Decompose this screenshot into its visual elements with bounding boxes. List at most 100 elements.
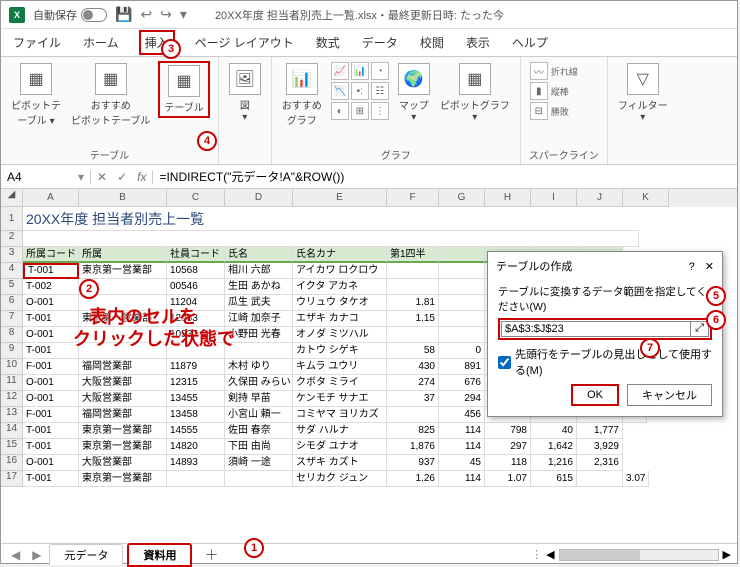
tab-file[interactable]: ファイル [11,30,63,55]
row-header[interactable]: 13 [1,407,23,423]
row-header[interactable]: 16 [1,455,23,471]
tab-review[interactable]: 校閲 [418,30,446,55]
hdr-G[interactable] [439,247,485,263]
pivot-chart-button[interactable]: ▦ピボットグラフ ▾ [438,61,512,125]
cell[interactable] [577,471,623,487]
h-scroll-thumb[interactable] [560,550,640,560]
spark-col-icon[interactable]: ▮ [530,82,548,100]
cell[interactable]: アイカワ ロクロウ [293,263,387,279]
cell[interactable]: 12315 [167,375,225,391]
autosave-toggle[interactable]: 自動保存 [33,7,107,23]
chart-btn-5[interactable]: •: [351,82,369,100]
cell[interactable]: スザキ カズト [293,455,387,471]
cell[interactable] [387,279,439,295]
cell[interactable]: 1,777 [577,423,623,439]
chart-btn-2[interactable]: 📊 [351,62,369,80]
cell[interactable]: 10537 [167,327,225,343]
cell[interactable]: 14820 [167,439,225,455]
cell[interactable]: 615 [531,471,577,487]
cell[interactable] [439,327,485,343]
formula-bar[interactable]: =INDIRECT("元データ!A"&ROW()) [153,168,737,185]
enter-fx-icon[interactable]: ✓ [117,170,127,184]
cell[interactable]: 1.15 [387,311,439,327]
cell[interactable] [225,343,293,359]
cell[interactable]: 798 [485,423,531,439]
cell[interactable]: 456 [439,407,485,423]
tab-help[interactable]: ヘルプ [510,30,550,55]
row-header[interactable]: 17 [1,471,23,487]
cell[interactable]: 45 [439,455,485,471]
cell[interactable]: 14893 [167,455,225,471]
chart-btn-8[interactable]: ⊞ [351,102,369,120]
cell[interactable]: T-001 [23,471,79,487]
scroll-left-icon[interactable]: ◀ [546,548,554,561]
suggest-chart-button[interactable]: 📊おすすめ グラフ [280,61,324,129]
tab-data[interactable]: データ [360,30,400,55]
cell[interactable]: 1,876 [387,439,439,455]
image-button[interactable]: 🖼図 ▾ [227,61,263,125]
cell[interactable]: エザキ カナコ [293,311,387,327]
cell[interactable]: オノダ ミツハル [293,327,387,343]
scroll-right-icon[interactable]: ▶ [723,548,731,561]
cell[interactable]: 297 [485,439,531,455]
blank-row[interactable] [23,231,639,247]
h-scrollbar[interactable] [559,549,719,561]
cancel-fx-icon[interactable]: ✕ [97,170,107,184]
undo-icon[interactable]: ↩ [140,6,152,23]
cell[interactable]: 小野田 光春 [225,327,293,343]
qat-more-icon[interactable]: ▾ [180,6,187,23]
dialog-help-icon[interactable]: ? [689,261,695,273]
cell[interactable]: キムラ ユウリ [293,359,387,375]
cell[interactable]: 937 [387,455,439,471]
col-C[interactable]: C [167,189,225,207]
tab-view[interactable]: 表示 [464,30,492,55]
cell[interactable]: 瓜生 武夫 [225,295,293,311]
cell[interactable]: カトウ シゲキ [293,343,387,359]
cell[interactable]: 430 [387,359,439,375]
col-B[interactable]: B [79,189,167,207]
cell[interactable]: 1.81 [387,295,439,311]
title-cell[interactable]: 20XX年度 担当者別売上一覧 [23,207,639,231]
cell[interactable]: 福岡営業部 [79,359,167,375]
row-header[interactable]: 14 [1,423,23,439]
cell[interactable]: 相川 六郎 [225,263,293,279]
rowhdr-1[interactable]: 1 [1,207,23,231]
table-button[interactable]: ▦テーブル [158,61,209,118]
cell[interactable]: 294 [439,391,485,407]
pivot-table-button[interactable]: ▦ピボットテ ーブル ▾ [9,61,63,129]
cell[interactable]: 久保田 みらい [225,375,293,391]
row-header[interactable]: 5 [1,279,23,295]
cancel-button[interactable]: キャンセル [627,384,712,406]
hdr-D[interactable]: 氏名 [225,247,293,263]
col-F[interactable]: F [387,189,439,207]
row-header[interactable]: 15 [1,439,23,455]
cell[interactable]: 東京第一営業部 [79,423,167,439]
spark-line-icon[interactable]: 〰 [530,62,548,80]
hdr-B[interactable]: 所属 [79,247,167,263]
cell[interactable] [439,263,485,279]
cell[interactable]: 13455 [167,391,225,407]
row-header[interactable]: 7 [1,311,23,327]
fx-icon[interactable]: fx [137,170,146,184]
hdr-E[interactable]: 氏名カナ [293,247,387,263]
cell[interactable]: 00546 [167,279,225,295]
cell[interactable]: ウリュウ タケオ [293,295,387,311]
cell[interactable]: 東京第一営業部 [79,439,167,455]
cell[interactable]: 大阪営業部 [79,455,167,471]
rowhdr-2[interactable]: 2 [1,231,23,247]
cell[interactable]: 37 [387,391,439,407]
col-I[interactable]: I [531,189,577,207]
cell[interactable]: 小宮山 頼一 [225,407,293,423]
cell[interactable]: 佐田 春奈 [225,423,293,439]
save-icon[interactable]: 💾 [115,6,132,23]
row-header[interactable]: 8 [1,327,23,343]
cell[interactable]: コミヤマ ヨリカズ [293,407,387,423]
cell[interactable]: 木村 ゆり [225,359,293,375]
cell[interactable]: F-001 [23,407,79,423]
cell[interactable] [439,295,485,311]
cell[interactable]: 114 [439,439,485,455]
cell[interactable]: O-001 [23,391,79,407]
cell[interactable]: O-001 [23,375,79,391]
cell[interactable]: 1.07 [485,471,531,487]
rowhdr-3[interactable]: 3 [1,247,23,263]
